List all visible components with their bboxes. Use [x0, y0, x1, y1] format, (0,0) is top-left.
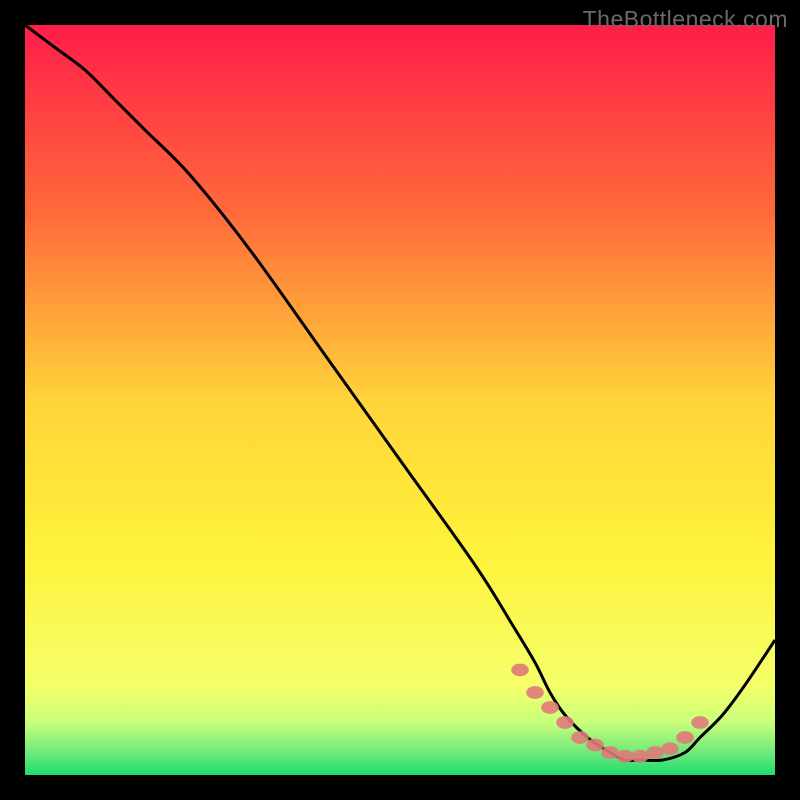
marker-dot [556, 716, 574, 729]
marker-dot [646, 746, 664, 759]
marker-dot [511, 664, 529, 677]
gradient-background [25, 25, 775, 775]
marker-dot [691, 716, 709, 729]
chart-svg [25, 25, 775, 775]
plot-area [25, 25, 775, 775]
marker-dot [571, 731, 589, 744]
marker-dot [541, 701, 559, 714]
marker-dot [616, 750, 634, 763]
marker-dot [526, 686, 544, 699]
chart-container: TheBottleneck.com [0, 0, 800, 800]
marker-dot [601, 746, 619, 759]
marker-dot [661, 742, 679, 755]
marker-dot [631, 750, 649, 763]
marker-dot [586, 739, 604, 752]
watermark-text: TheBottleneck.com [583, 6, 788, 33]
marker-dot [676, 731, 694, 744]
